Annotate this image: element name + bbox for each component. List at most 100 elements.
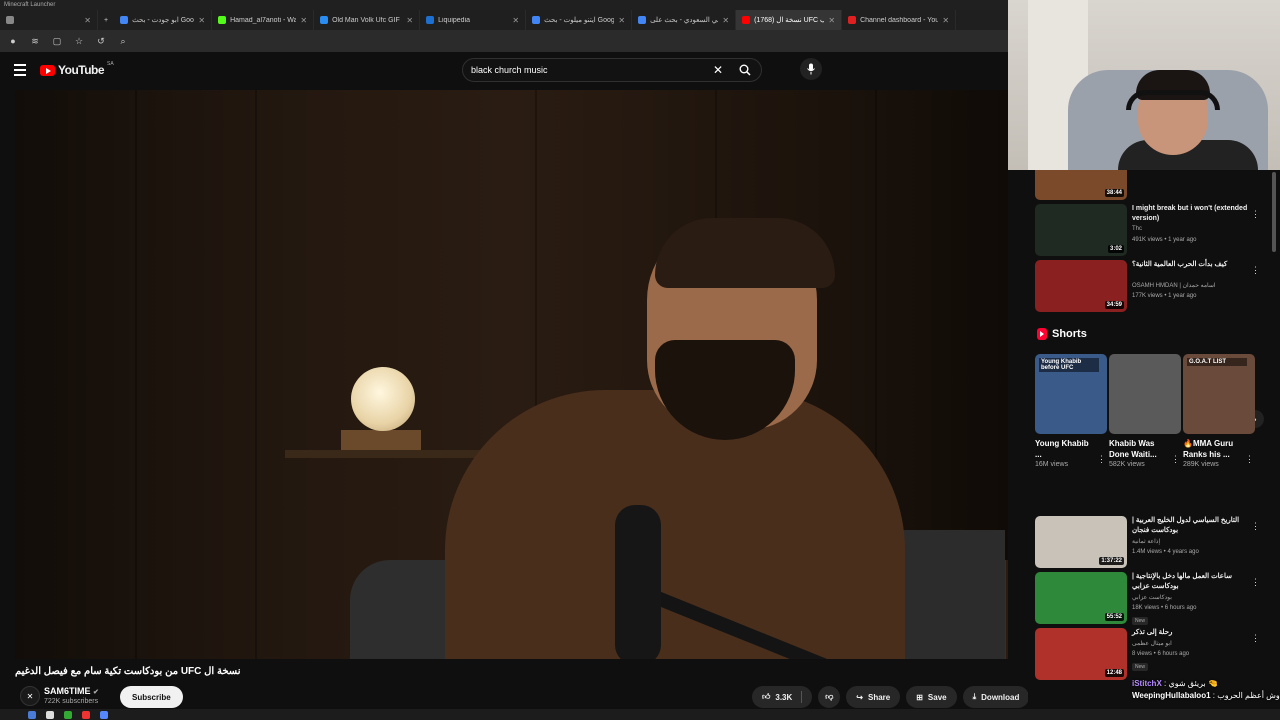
short-thumbnail[interactable]: Young Khabib before UFC bbox=[1035, 354, 1107, 434]
search-button[interactable] bbox=[729, 59, 761, 81]
tab-2[interactable]: Hamad_al7anoti - Watch ✕ bbox=[212, 10, 315, 30]
short-title[interactable]: Young Khabib ... bbox=[1035, 438, 1095, 460]
tab-label: (1768) نسخة ال UFC من ب bbox=[754, 17, 824, 24]
search-input[interactable]: black church music bbox=[471, 65, 707, 75]
more-options-icon[interactable]: ⋮ bbox=[1171, 454, 1180, 465]
more-options-icon[interactable]: ⋮ bbox=[1097, 454, 1106, 465]
tab-1[interactable]: ابو جودت - بحث Google ✕ bbox=[114, 10, 213, 30]
channel-name[interactable]: إذاعة ثمانية bbox=[1132, 538, 1160, 545]
recommended-video[interactable]: 3:02 I might break but i won't (extended … bbox=[1035, 204, 1275, 256]
recommended-video[interactable]: 34:59 كيف بدأت الحرب العالمية الثانية؟ OSA… bbox=[1035, 260, 1275, 312]
taskbar-app-icon[interactable] bbox=[28, 710, 36, 719]
video-title[interactable]: التاريخ السياسي لدول الخليج العربية | بو… bbox=[1132, 516, 1252, 536]
video-player[interactable] bbox=[15, 90, 1008, 659]
more-options-icon[interactable]: ⋮ bbox=[1251, 634, 1260, 643]
recommended-video[interactable]: 1:37:22 التاريخ السياسي لدول الخليج العرب… bbox=[1035, 516, 1275, 568]
voice-search-button[interactable] bbox=[800, 58, 822, 80]
more-options-icon[interactable]: ⋮ bbox=[1251, 210, 1260, 219]
new-badge: New bbox=[1132, 663, 1149, 671]
short-item[interactable]: Khabib Was Done Waiti... 582K views ⋮ bbox=[1109, 354, 1181, 468]
recommended-video[interactable]: 55:52 ساعات العمل مالها دخل بالإنتاجية | … bbox=[1035, 572, 1275, 625]
youtube-logo[interactable]: YouTube SA bbox=[40, 61, 114, 77]
bookmark-star-icon[interactable]: ☆ bbox=[74, 36, 84, 46]
close-tab-icon[interactable]: ✕ bbox=[300, 16, 307, 25]
taskbar-app-icon[interactable] bbox=[46, 710, 54, 719]
tab-search-icon[interactable]: ▢ bbox=[52, 36, 62, 46]
more-options-icon[interactable]: ⋮ bbox=[1245, 454, 1254, 465]
close-tab-icon[interactable]: ✕ bbox=[84, 16, 91, 25]
close-tab-icon[interactable]: ✕ bbox=[828, 16, 835, 25]
video-thumbnail[interactable]: 12:48 bbox=[1035, 628, 1127, 680]
moon-lamp bbox=[351, 367, 415, 431]
channel-name[interactable]: SAM6TIME ✔ bbox=[44, 686, 99, 696]
short-item[interactable]: G.O.A.T LIST 🔥MMA Guru Ranks his ... 289K … bbox=[1183, 354, 1255, 468]
close-tab-icon[interactable]: ✕ bbox=[618, 16, 625, 25]
like-button[interactable]: 👍︎ 3.3K bbox=[752, 686, 813, 708]
refresh-icon bbox=[6, 16, 14, 24]
tab-4[interactable]: Liquipedia ✕ bbox=[420, 10, 527, 30]
channel-name[interactable]: Thc bbox=[1132, 226, 1142, 232]
zoom-icon[interactable]: ⌕ bbox=[118, 36, 128, 46]
extension-icon[interactable]: ≋ bbox=[30, 36, 40, 46]
close-tab-icon[interactable]: ✕ bbox=[722, 16, 729, 25]
tab-6[interactable]: الأهلي السعودي - بحث على ✕ bbox=[632, 10, 737, 30]
duration-badge: 12:48 bbox=[1104, 669, 1124, 677]
video-title[interactable]: كيف بدأت الحرب العالمية الثانية؟ bbox=[1132, 260, 1252, 270]
tenor-icon bbox=[320, 16, 329, 24]
recommended-video[interactable]: 38:44TNT Sports Football19M views • Stre… bbox=[1035, 170, 1275, 200]
like-count: 3.3K bbox=[775, 692, 793, 702]
close-tab-icon[interactable]: ✕ bbox=[198, 16, 205, 25]
search-box[interactable]: black church music ✕ bbox=[462, 58, 762, 82]
more-options-icon[interactable]: ⋮ bbox=[1251, 578, 1260, 587]
video-thumbnail[interactable]: 38:44 bbox=[1035, 170, 1127, 200]
profile-icon[interactable]: ● bbox=[8, 36, 18, 46]
video-title[interactable]: رحلة إلى تذكر bbox=[1132, 628, 1252, 638]
channel-avatar[interactable]: ✕ bbox=[20, 686, 40, 706]
close-tab-icon[interactable]: ✕ bbox=[942, 16, 949, 25]
chat-username: WeepingHullabaloo1 bbox=[1132, 691, 1211, 700]
short-title[interactable]: Khabib Was Done Waiti... bbox=[1109, 438, 1169, 460]
history-icon[interactable]: ↺ bbox=[96, 36, 106, 46]
clear-search-icon[interactable]: ✕ bbox=[707, 63, 729, 77]
taskbar-app-icon[interactable] bbox=[100, 710, 108, 719]
tab-7[interactable]: (1768) نسخة ال UFC من ب ✕ bbox=[736, 10, 843, 30]
tab-0[interactable]: ✕ bbox=[0, 10, 98, 30]
subscribe-button[interactable]: Subscribe bbox=[120, 686, 183, 708]
tab-8[interactable]: Channel dashboard - You ✕ bbox=[842, 10, 957, 30]
short-title[interactable]: 🔥MMA Guru Ranks his ... bbox=[1183, 438, 1243, 460]
dislike-button[interactable]: 👎︎ bbox=[818, 686, 841, 708]
tab-5[interactable]: ايتنو ميلوت - بحث Google ✕ bbox=[526, 10, 633, 30]
more-options-icon[interactable]: ⋮ bbox=[1251, 522, 1260, 531]
video-thumbnail[interactable]: 34:59 bbox=[1035, 260, 1127, 312]
close-tab-icon[interactable]: ✕ bbox=[406, 16, 413, 25]
channel-name-text[interactable]: SAM6TIME bbox=[44, 686, 91, 696]
logo-text: YouTube bbox=[58, 63, 105, 77]
video-thumbnail[interactable]: 3:02 bbox=[1035, 204, 1127, 256]
channel-name[interactable]: بودكاست عزابي bbox=[1132, 594, 1172, 601]
channel-name[interactable]: OSAMH HMDAN | اسامه حمدان bbox=[1132, 282, 1216, 289]
save-button[interactable]: ⊞ Save bbox=[906, 686, 957, 708]
sidebar-scrollbar[interactable] bbox=[1272, 172, 1276, 252]
recommended-video[interactable]: 12:48 رحلة إلى تذكر ابو ميثال عظمى 8 views … bbox=[1035, 628, 1275, 680]
video-thumbnail[interactable]: 1:37:22 bbox=[1035, 516, 1127, 568]
short-item[interactable]: Young Khabib before UFC Young Khabib ... 1… bbox=[1035, 354, 1107, 468]
menu-icon[interactable] bbox=[14, 64, 26, 76]
new-tab-icon[interactable]: + bbox=[98, 17, 114, 24]
tab-3[interactable]: Old Man Volk Ufc GIF - Ol ✕ bbox=[314, 10, 421, 30]
video-meta: 491K views • 1 year ago bbox=[1132, 237, 1197, 243]
close-tab-icon[interactable]: ✕ bbox=[512, 16, 519, 25]
download-button[interactable]: ⤓ Download bbox=[962, 686, 1030, 708]
video-thumbnail[interactable]: 55:52 bbox=[1035, 572, 1127, 624]
short-thumbnail[interactable] bbox=[1109, 354, 1181, 434]
taskbar-app-icon[interactable] bbox=[82, 710, 90, 719]
speaker-body bbox=[445, 390, 905, 659]
video-title[interactable]: ساعات العمل مالها دخل بالإنتاجية | بودكا… bbox=[1132, 572, 1252, 592]
taskbar-app-icon[interactable] bbox=[64, 710, 72, 719]
share-button[interactable]: ↪ Share bbox=[846, 686, 901, 708]
youtube-play-icon bbox=[40, 64, 55, 76]
short-thumbnail[interactable]: G.O.A.T LIST bbox=[1183, 354, 1255, 434]
more-options-icon[interactable]: ⋮ bbox=[1251, 266, 1260, 275]
video-title[interactable]: I might break but i won't (extended vers… bbox=[1132, 204, 1252, 224]
channel-name[interactable]: ابو ميثال عظمى bbox=[1132, 640, 1172, 647]
chat-message: iStitchX : بريئق شوي 🤏 bbox=[1132, 679, 1218, 688]
